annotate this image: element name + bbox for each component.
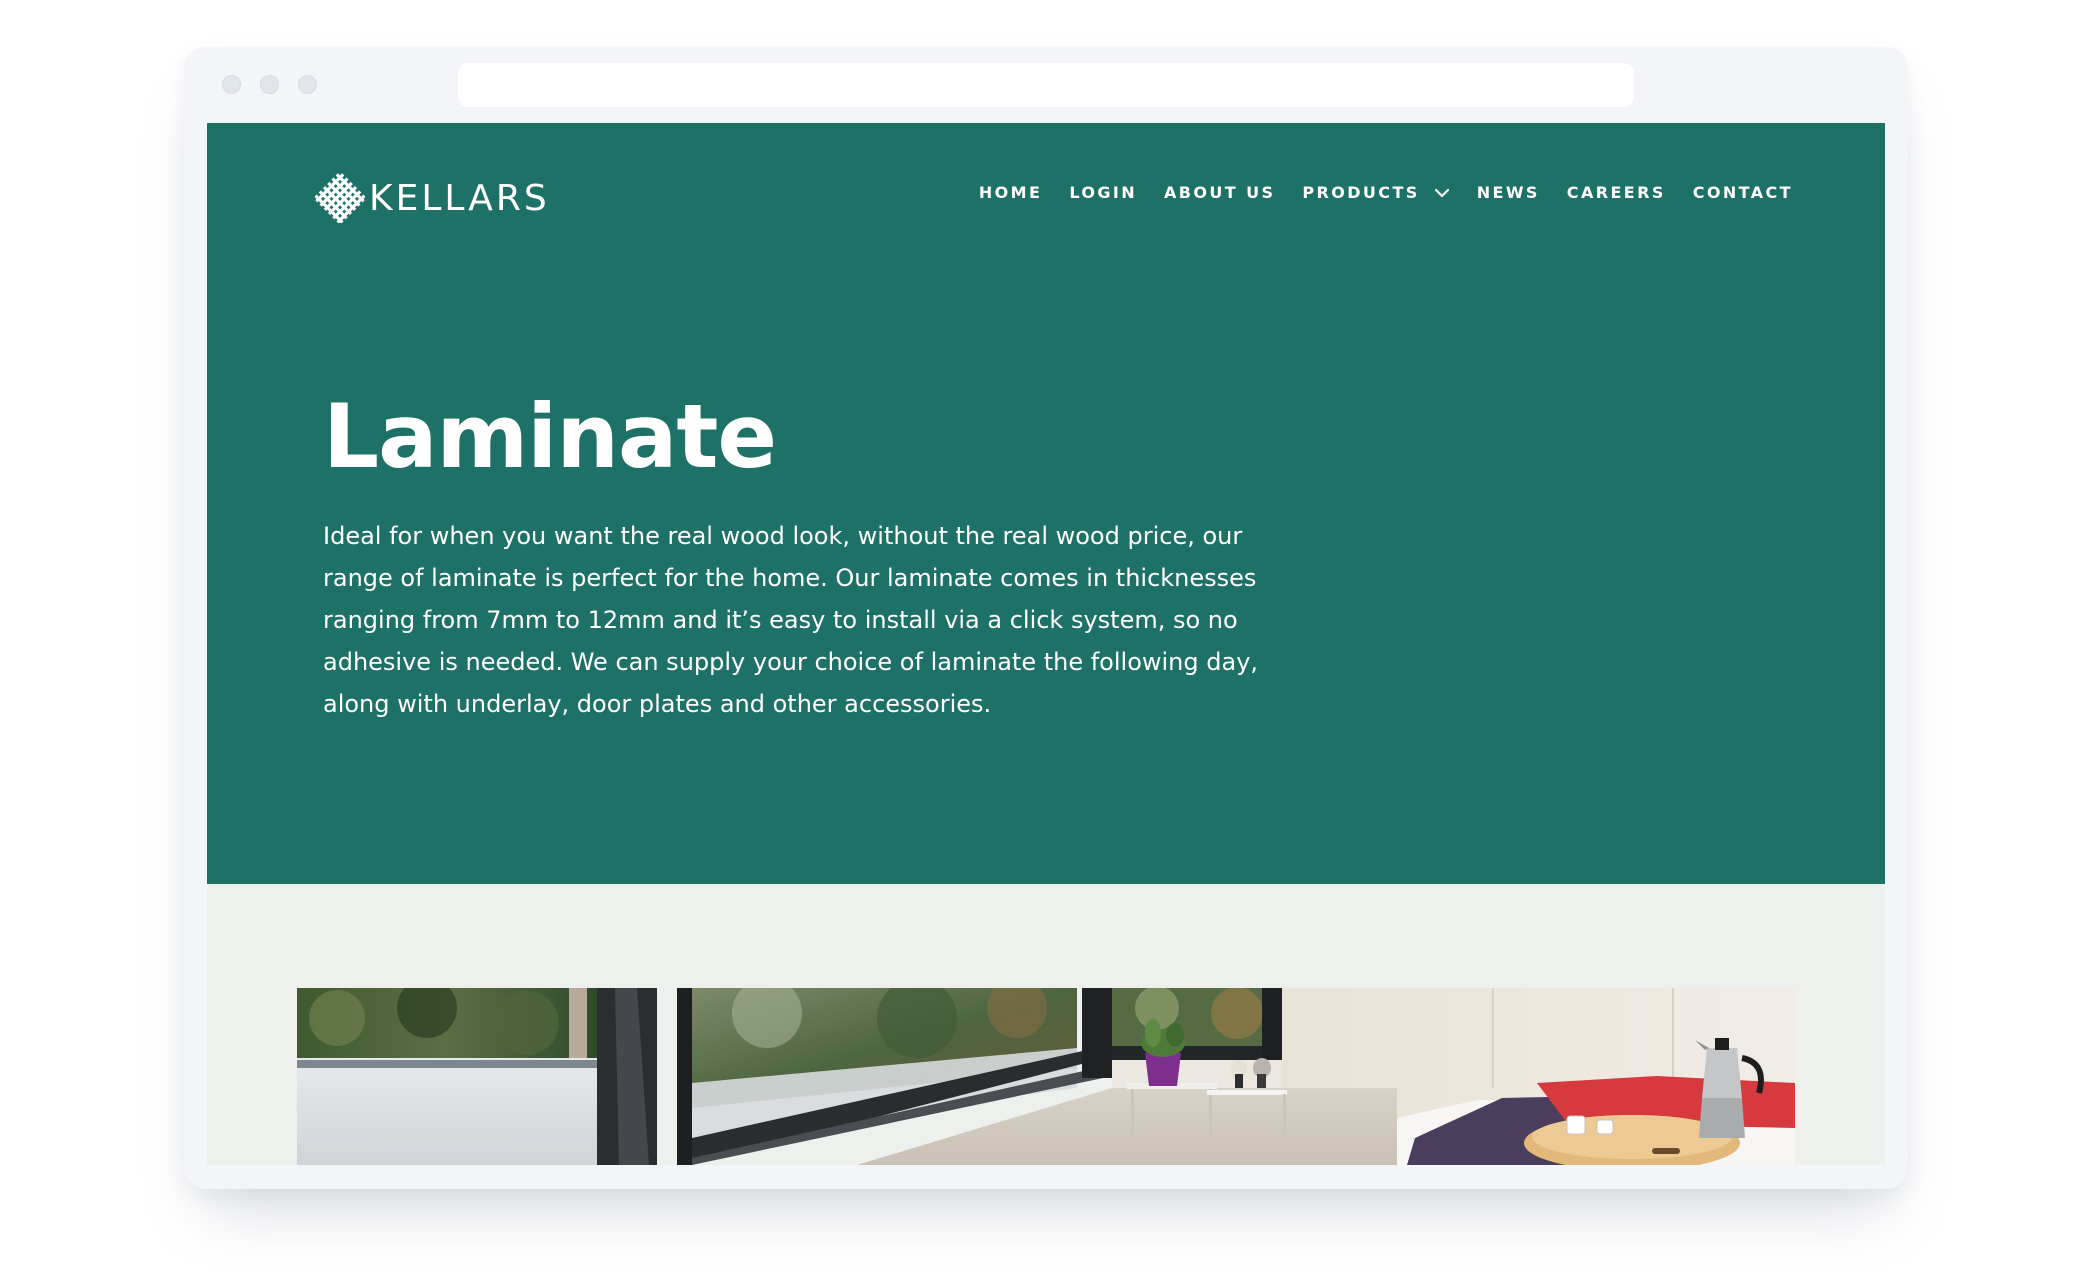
window-close-dot[interactable]: [222, 75, 241, 94]
nav-products[interactable]: PRODUCTS: [1302, 183, 1449, 202]
hero-section: KELLARS HOME LOGIN ABOUT US PRODUCTS NEW…: [207, 123, 1885, 884]
page-viewport: KELLARS HOME LOGIN ABOUT US PRODUCTS NEW…: [207, 123, 1885, 1165]
nav-products-label: PRODUCTS: [1302, 183, 1420, 202]
chevron-down-icon: [1434, 188, 1449, 197]
main-nav: HOME LOGIN ABOUT US PRODUCTS NEWS CAREER…: [979, 183, 1793, 202]
nav-careers[interactable]: CAREERS: [1567, 183, 1666, 202]
browser-window: KELLARS HOME LOGIN ABOUT US PRODUCTS NEW…: [184, 47, 1908, 1189]
interior-room-photo: [297, 988, 1795, 1165]
hero-description: Ideal for when you want the real wood lo…: [323, 522, 1259, 718]
window-minimize-dot[interactable]: [260, 75, 279, 94]
nav-contact[interactable]: CONTACT: [1693, 183, 1793, 202]
kellars-weave-logo-icon: [315, 173, 365, 223]
brand-name: KELLARS: [369, 177, 550, 219]
site-logo[interactable]: KELLARS: [315, 173, 550, 223]
address-bar[interactable]: [458, 63, 1634, 107]
browser-toolbar: [184, 47, 1908, 123]
nav-news[interactable]: NEWS: [1477, 183, 1540, 202]
nav-login[interactable]: LOGIN: [1069, 183, 1137, 202]
interior-photo-illustration: [297, 988, 1795, 1165]
nav-about-us[interactable]: ABOUT US: [1164, 183, 1275, 202]
page-title: Laminate: [323, 385, 777, 488]
window-maximize-dot[interactable]: [298, 75, 317, 94]
nav-home[interactable]: HOME: [979, 183, 1042, 202]
